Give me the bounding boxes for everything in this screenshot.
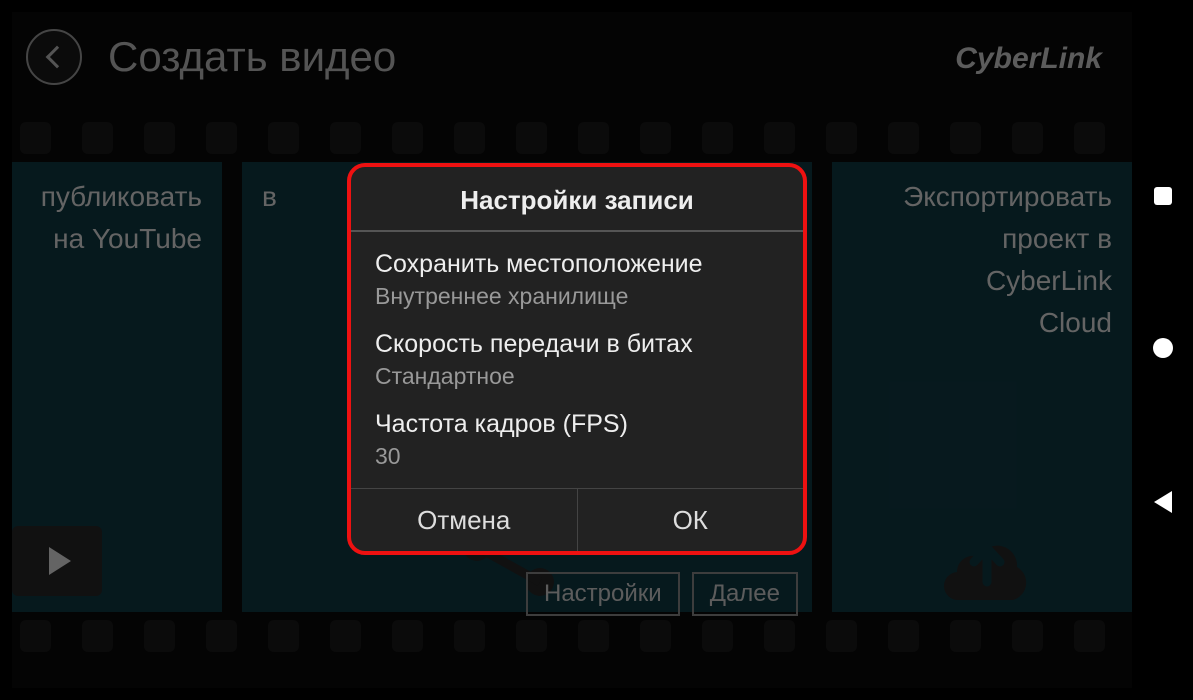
- ok-button[interactable]: ОК: [578, 489, 804, 551]
- dialog-actions: Отмена ОК: [351, 489, 803, 551]
- row-value: 30: [375, 443, 779, 470]
- recent-apps-button[interactable]: [1154, 187, 1172, 205]
- row-fps[interactable]: Частота кадров (FPS) 30: [351, 400, 803, 480]
- dialog-body: Сохранить местоположение Внутреннее хран…: [351, 232, 803, 489]
- recording-settings-dialog: Настройки записи Сохранить местоположени…: [347, 163, 807, 555]
- android-nav-bar: [1132, 0, 1193, 700]
- row-bitrate[interactable]: Скорость передачи в битах Стандартное: [351, 320, 803, 400]
- app-screen: Создать видео CyberLink публиковать на Y…: [12, 12, 1132, 688]
- back-nav-button[interactable]: [1154, 491, 1172, 513]
- home-button[interactable]: [1153, 338, 1173, 358]
- row-value: Внутреннее хранилище: [375, 283, 779, 310]
- row-label: Сохранить местоположение: [375, 250, 779, 279]
- row-label: Скорость передачи в битах: [375, 330, 779, 359]
- row-label: Частота кадров (FPS): [375, 410, 779, 439]
- row-save-location[interactable]: Сохранить местоположение Внутреннее хран…: [351, 240, 803, 320]
- dialog-title: Настройки записи: [351, 167, 803, 232]
- cancel-button[interactable]: Отмена: [351, 489, 578, 551]
- row-value: Стандартное: [375, 363, 779, 390]
